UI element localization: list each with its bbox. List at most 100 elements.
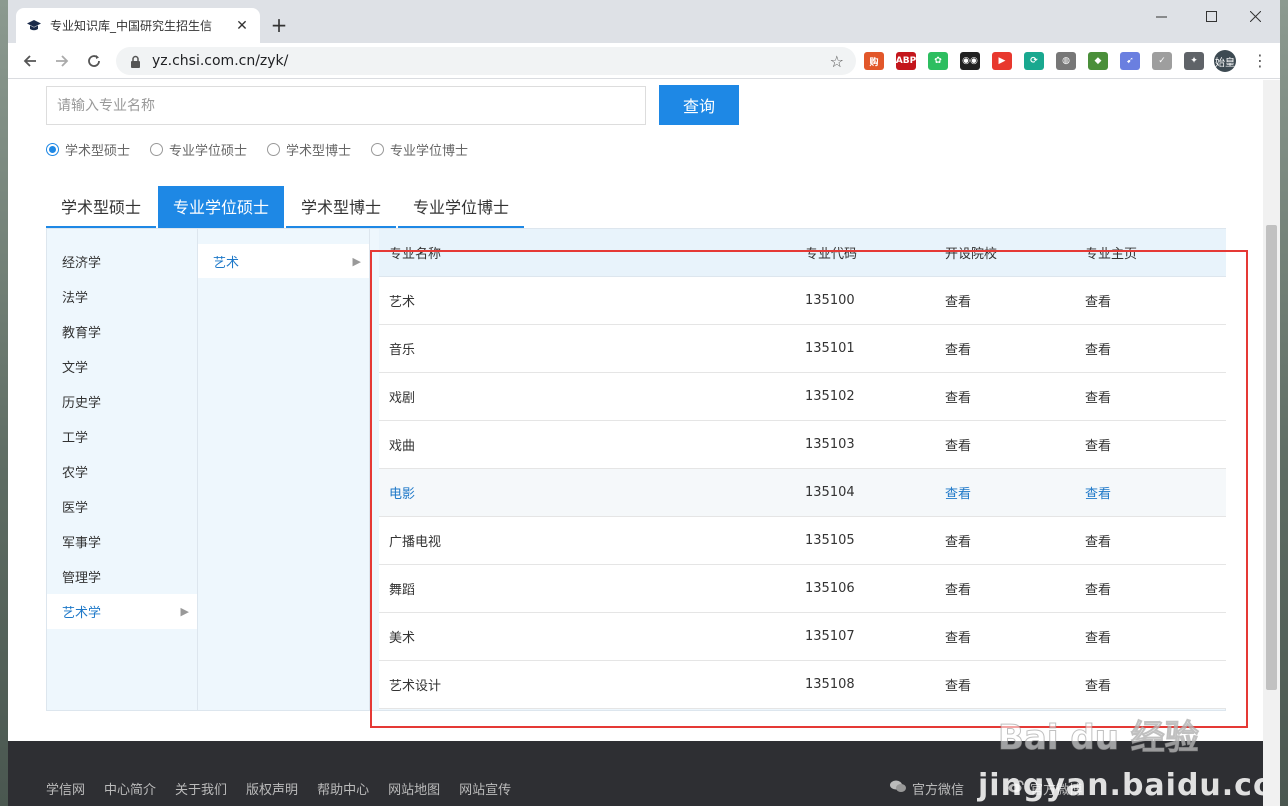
- category-item[interactable]: 军事学: [47, 524, 197, 559]
- close-tab-icon[interactable]: ✕: [234, 18, 250, 34]
- view-homepage-link[interactable]: 查看: [1085, 675, 1225, 694]
- radio-academic-master[interactable]: 学术型硕士: [46, 140, 130, 159]
- category-item[interactable]: 教育学: [47, 314, 197, 349]
- back-arrow-icon[interactable]: [18, 49, 42, 73]
- arrow-right-icon: ▶: [352, 254, 361, 268]
- puzzle-ext-icon[interactable]: ✦: [1184, 52, 1204, 70]
- address-bar[interactable]: yz.chsi.com.cn/zyk/ ☆: [116, 47, 856, 75]
- cell-name: 舞蹈: [389, 583, 416, 598]
- cell-code: 135106: [805, 581, 855, 596]
- new-tab-button[interactable]: +: [268, 13, 290, 37]
- bookmark-star-icon[interactable]: ☆: [830, 52, 844, 71]
- radio-checked-icon[interactable]: [46, 143, 59, 156]
- category-item[interactable]: 历史学: [47, 384, 197, 419]
- category-item[interactable]: 管理学: [47, 559, 197, 594]
- footer-link[interactable]: 网站地图: [388, 779, 440, 798]
- radio-professional-doctor[interactable]: 专业学位博士: [371, 140, 468, 159]
- tab-professional-master[interactable]: 专业学位硕士: [158, 186, 285, 228]
- view-schools-link[interactable]: 查看: [945, 579, 1085, 598]
- minimize-icon[interactable]: [1138, 4, 1184, 28]
- scrollbar-thumb[interactable]: [1266, 225, 1277, 690]
- shopping-ext-icon[interactable]: 购: [864, 52, 884, 70]
- close-window-icon[interactable]: [1232, 4, 1278, 28]
- view-schools-link[interactable]: 查看: [945, 531, 1085, 550]
- view-schools-link[interactable]: 查看: [945, 627, 1085, 646]
- tab-academic-doctor[interactable]: 学术型博士: [286, 186, 397, 228]
- reload-icon[interactable]: [82, 49, 106, 73]
- maximize-icon[interactable]: [1188, 4, 1234, 28]
- subcategory-item-active[interactable]: 艺术 ▶: [198, 244, 369, 278]
- radio-professional-master[interactable]: 专业学位硕士: [150, 140, 247, 159]
- browser-tab[interactable]: 专业知识库_中国研究生招生信 ✕: [16, 8, 260, 43]
- category-item[interactable]: 经济学: [47, 244, 197, 279]
- wechat-link[interactable]: 官方微信: [890, 779, 964, 798]
- adblock-ext-icon[interactable]: ABP: [896, 52, 916, 70]
- tab-professional-doctor[interactable]: 专业学位博士: [398, 186, 525, 228]
- major-search-input[interactable]: [46, 86, 646, 125]
- cell-name: 音乐: [389, 343, 416, 358]
- radio-academic-doctor[interactable]: 学术型博士: [267, 140, 351, 159]
- view-homepage-link[interactable]: 查看: [1085, 627, 1225, 646]
- profile-avatar[interactable]: 始皇: [1214, 50, 1236, 72]
- check-ext-icon[interactable]: ✓: [1152, 52, 1172, 70]
- forward-arrow-icon[interactable]: [50, 49, 74, 73]
- footer-link[interactable]: 学信网: [46, 779, 85, 798]
- table-row[interactable]: 戏曲 135103 查看 查看: [379, 421, 1226, 469]
- table-header: 专业名称 专业代码 开设院校 专业主页: [379, 229, 1226, 277]
- sync-ext-icon[interactable]: ⟳: [1024, 52, 1044, 70]
- major-table: 专业名称 专业代码 开设院校 专业主页 艺术 135100 查看 查看 音乐 13510…: [379, 229, 1226, 709]
- category-item[interactable]: 工学: [47, 419, 197, 454]
- view-homepage-link[interactable]: 查看: [1085, 387, 1225, 406]
- bird-ext-icon[interactable]: ➹: [1120, 52, 1140, 70]
- footer-link[interactable]: 网站宣传: [459, 779, 511, 798]
- desktop-background-left: [0, 0, 8, 806]
- arrow-right-icon: ▶: [180, 605, 189, 618]
- view-homepage-link[interactable]: 查看: [1085, 483, 1225, 502]
- view-schools-link[interactable]: 查看: [945, 387, 1085, 406]
- footer-link[interactable]: 中心简介: [104, 779, 156, 798]
- view-homepage-link[interactable]: 查看: [1085, 579, 1225, 598]
- table-row[interactable]: 美术 135107 查看 查看: [379, 613, 1226, 661]
- glasses-ext-icon[interactable]: ◉◉: [960, 52, 980, 70]
- globe-ext-icon[interactable]: ◆: [1088, 52, 1108, 70]
- view-homepage-link[interactable]: 查看: [1085, 435, 1225, 454]
- view-schools-link[interactable]: 查看: [945, 435, 1085, 454]
- footer-link[interactable]: 帮助中心: [317, 779, 369, 798]
- url-text: yz.chsi.com.cn/zyk/: [152, 53, 289, 69]
- view-schools-link[interactable]: 查看: [945, 675, 1085, 694]
- footer-link[interactable]: 关于我们: [175, 779, 227, 798]
- evernote-ext-icon[interactable]: ✿: [928, 52, 948, 70]
- bulb-ext-icon[interactable]: ◍: [1056, 52, 1076, 70]
- category-item[interactable]: 农学: [47, 454, 197, 489]
- footer-link[interactable]: 版权声明: [246, 779, 298, 798]
- radio-unchecked-icon[interactable]: [267, 143, 281, 156]
- header-home: 专业主页: [1085, 247, 1138, 262]
- category-item[interactable]: 法学: [47, 279, 197, 314]
- view-homepage-link[interactable]: 查看: [1085, 339, 1225, 358]
- lock-icon[interactable]: [128, 54, 142, 68]
- table-row[interactable]: 艺术 135100 查看 查看: [379, 277, 1226, 325]
- table-row[interactable]: 戏剧 135102 查看 查看: [379, 373, 1226, 421]
- search-button[interactable]: 查询: [659, 85, 739, 125]
- tab-academic-master[interactable]: 学术型硕士: [46, 186, 157, 228]
- category-item[interactable]: 医学: [47, 489, 197, 524]
- table-row[interactable]: 艺术设计 135108 查看 查看: [379, 661, 1226, 709]
- table-row-hovered[interactable]: 电影 135104 查看 查看: [379, 469, 1226, 517]
- category-list: 经济学 法学 教育学 文学 历史学 工学 农学 医学 军事学 管理学 艺术学 ▶: [47, 229, 198, 710]
- view-schools-link[interactable]: 查看: [945, 339, 1085, 358]
- table-row[interactable]: 广播电视 135105 查看 查看: [379, 517, 1226, 565]
- category-item-active[interactable]: 艺术学 ▶: [47, 594, 197, 629]
- radio-unchecked-icon[interactable]: [371, 143, 385, 156]
- table-row[interactable]: 舞蹈 135106 查看 查看: [379, 565, 1226, 613]
- category-item[interactable]: 文学: [47, 349, 197, 384]
- view-homepage-link[interactable]: 查看: [1085, 531, 1225, 550]
- view-homepage-link[interactable]: 查看: [1085, 291, 1225, 310]
- view-schools-link[interactable]: 查看: [945, 291, 1085, 310]
- radio-unchecked-icon[interactable]: [150, 143, 164, 156]
- header-code: 专业代码: [805, 247, 858, 262]
- more-menu-icon[interactable]: ⋮: [1252, 51, 1268, 70]
- page-scrollbar[interactable]: [1263, 80, 1280, 806]
- video-ext-icon[interactable]: ▶: [992, 52, 1012, 70]
- view-schools-link[interactable]: 查看: [945, 483, 1085, 502]
- table-row[interactable]: 音乐 135101 查看 查看: [379, 325, 1226, 373]
